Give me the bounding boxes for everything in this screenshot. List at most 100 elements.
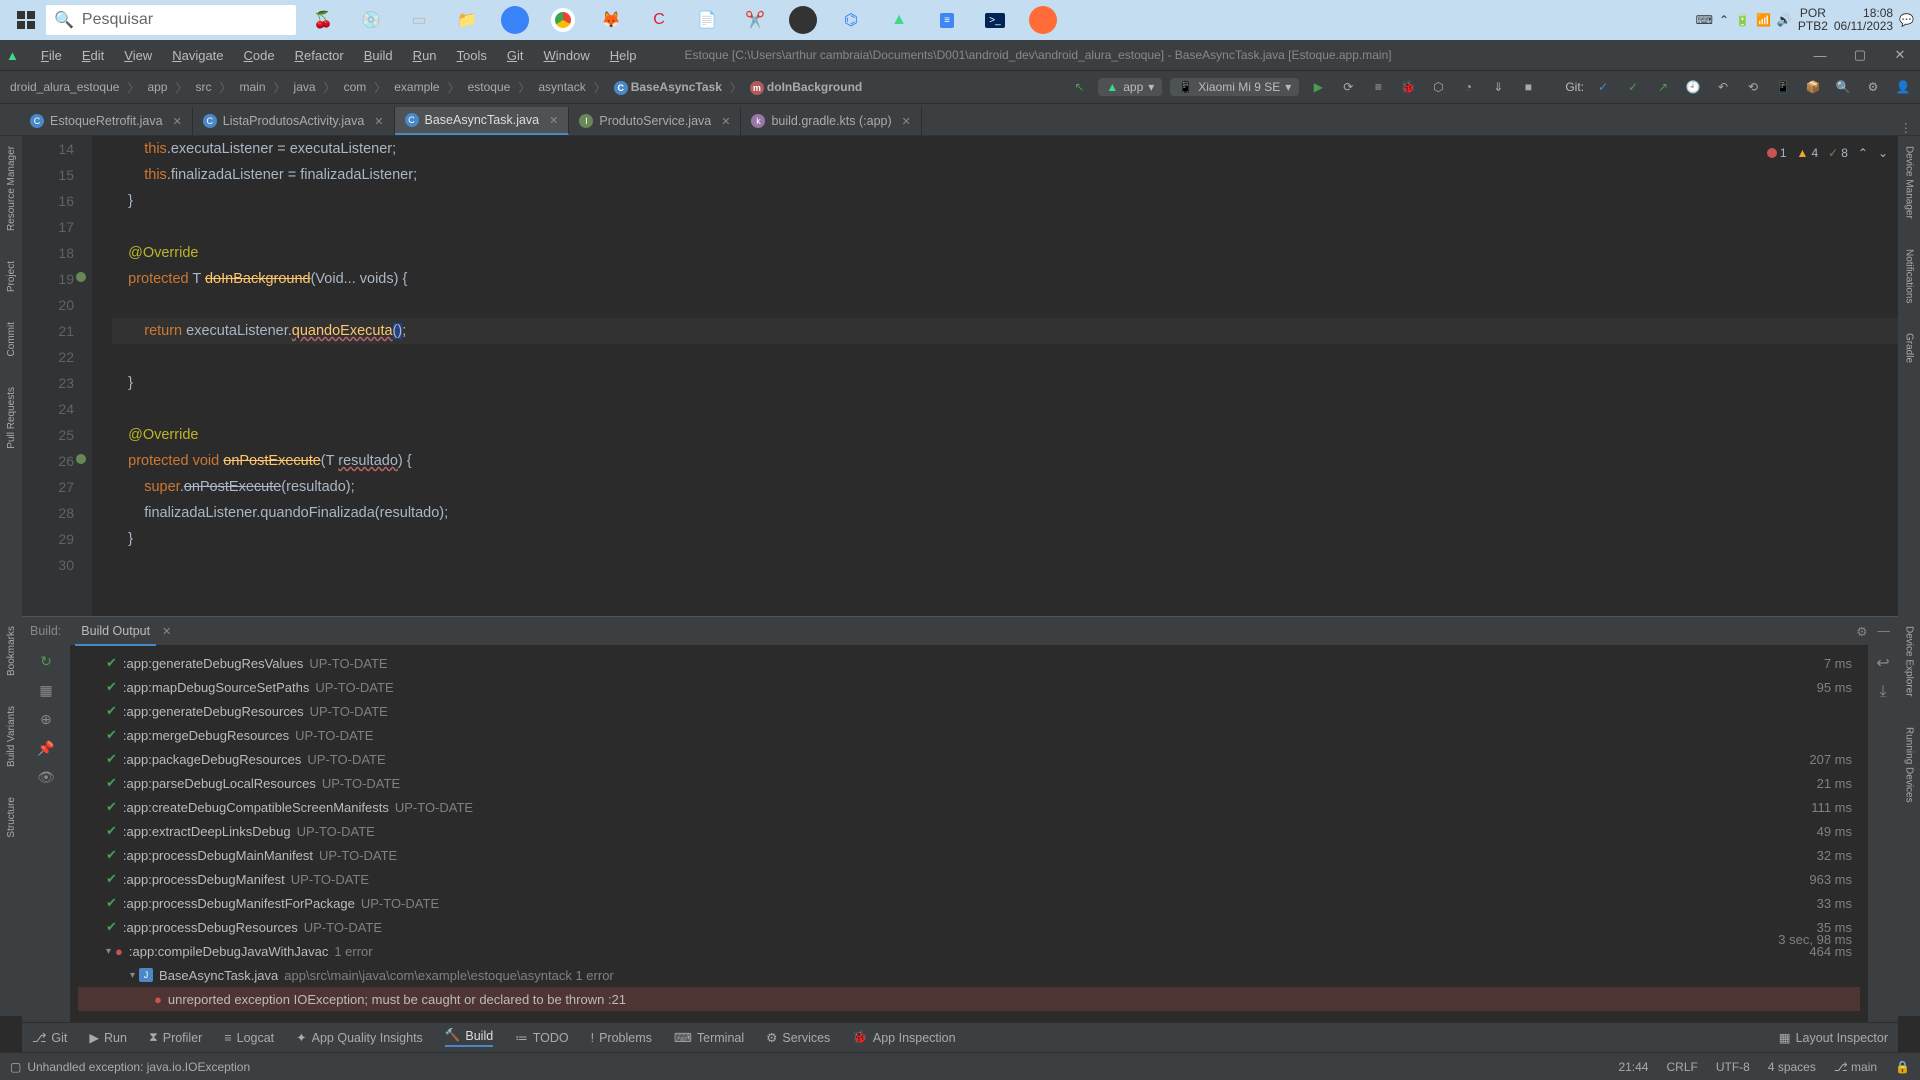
- taskbar-app-obs[interactable]: [784, 1, 822, 39]
- breadcrumb-item[interactable]: estoque: [464, 79, 515, 95]
- tray-wifi-icon[interactable]: 📶: [1756, 13, 1771, 27]
- close-icon[interactable]: ✕: [173, 115, 182, 128]
- apply-code-button[interactable]: ≡: [1367, 76, 1389, 98]
- avd-button[interactable]: 📱: [1772, 76, 1794, 98]
- tool-window-button[interactable]: 🔨Build: [445, 1028, 493, 1047]
- build-task-row[interactable]: ✔:app:packageDebugResourcesUP-TO-DATE207…: [78, 747, 1860, 771]
- run-config-selector[interactable]: ▲ app ▾: [1098, 78, 1162, 96]
- build-task-row[interactable]: ✔:app:generateDebugResValuesUP-TO-DATE7 …: [78, 651, 1860, 675]
- tool-window-button[interactable]: 🐞App Inspection: [852, 1030, 955, 1045]
- tool-window-button[interactable]: Structure: [6, 797, 17, 838]
- run-button[interactable]: ▶: [1307, 76, 1329, 98]
- menu-build[interactable]: Build: [356, 46, 401, 65]
- soft-wrap-icon[interactable]: ↩: [1876, 653, 1889, 673]
- menu-tools[interactable]: Tools: [449, 46, 495, 65]
- back-button[interactable]: ↖: [1068, 76, 1090, 98]
- breadcrumb-item[interactable]: com: [340, 79, 371, 95]
- tool-window-button[interactable]: !Problems: [591, 1031, 652, 1045]
- chevron-up-icon[interactable]: ⌃: [1858, 140, 1868, 166]
- tool-window-button[interactable]: ⎇Git: [32, 1030, 67, 1045]
- attach-debugger-button[interactable]: ⇓: [1487, 76, 1509, 98]
- breadcrumb-item[interactable]: droid_alura_estoque: [6, 79, 123, 95]
- build-task-row[interactable]: ✔:app:mergeDebugResourcesUP-TO-DATE: [78, 723, 1860, 747]
- tray-notifications-icon[interactable]: 💬: [1899, 13, 1914, 27]
- build-task-row[interactable]: ✔:app:generateDebugResourcesUP-TO-DATE: [78, 699, 1860, 723]
- menu-file[interactable]: File: [33, 46, 70, 65]
- chevron-down-icon[interactable]: ⌄: [1878, 140, 1888, 166]
- tool-window-button[interactable]: Gradle: [1904, 333, 1915, 363]
- debug-button[interactable]: 🐞: [1397, 76, 1419, 98]
- apply-changes-button[interactable]: ⟳: [1337, 76, 1359, 98]
- inspection-widget[interactable]: 1 ▲4 ✓8 ⌃ ⌄: [1767, 140, 1888, 166]
- search-everywhere-button[interactable]: 🔍: [1832, 76, 1854, 98]
- breadcrumb-item[interactable]: example: [390, 79, 443, 95]
- tool-window-button[interactable]: ≔TODO: [515, 1030, 568, 1045]
- breadcrumb-item[interactable]: main: [236, 79, 270, 95]
- close-icon[interactable]: ✕: [162, 625, 171, 638]
- git-branch[interactable]: ⎇ main: [1834, 1060, 1877, 1074]
- tool-window-button[interactable]: Pull Requests: [6, 387, 17, 449]
- vcs-rollback-button[interactable]: ↶: [1712, 76, 1734, 98]
- menu-view[interactable]: View: [116, 46, 160, 65]
- editor-tab[interactable]: kbuild.gradle.kts (:app)✕: [741, 107, 921, 135]
- tray-clock[interactable]: 18:08 06/11/2023: [1834, 7, 1893, 33]
- indent[interactable]: 4 spaces: [1768, 1060, 1816, 1074]
- close-icon[interactable]: ✕: [902, 115, 911, 128]
- tool-window-button[interactable]: Project: [6, 261, 17, 292]
- editor-code[interactable]: 1 ▲4 ✓8 ⌃ ⌄ this.executaListener = execu…: [92, 136, 1898, 616]
- scroll-to-end-icon[interactable]: ⤓: [1879, 683, 1886, 701]
- vcs-push-button[interactable]: ↗: [1652, 76, 1674, 98]
- vcs-commit-button[interactable]: ✓: [1622, 76, 1644, 98]
- profile-button[interactable]: ◔: [1457, 76, 1479, 98]
- settings-button[interactable]: ⚙: [1862, 76, 1884, 98]
- taskbar-app-androidstudio[interactable]: ▲: [880, 1, 918, 39]
- close-icon[interactable]: ✕: [721, 115, 730, 128]
- pin-icon[interactable]: 📌: [37, 740, 54, 757]
- taskbar-app-postman[interactable]: [1024, 1, 1062, 39]
- window-close[interactable]: ✕: [1880, 40, 1920, 70]
- tool-window-button[interactable]: ⧗Profiler: [149, 1030, 202, 1045]
- taskbar-search[interactable]: 🔍 Pesquisar: [46, 5, 296, 35]
- build-tree[interactable]: ✔:app:generateDebugResValuesUP-TO-DATE7 …: [70, 645, 1868, 1022]
- device-selector[interactable]: 📱 Xiaomi Mi 9 SE ▾: [1170, 78, 1299, 96]
- build-task-row[interactable]: ✔:app:processDebugManifestUP-TO-DATE963 …: [78, 867, 1860, 891]
- menu-code[interactable]: Code: [236, 46, 283, 65]
- tool-window-button[interactable]: ⚙Services: [766, 1030, 830, 1045]
- build-error-row[interactable]: ●unreported exception IOException; must …: [78, 987, 1860, 1011]
- build-task-row[interactable]: ✔:app:mapDebugSourceSetPathsUP-TO-DATE95…: [78, 675, 1860, 699]
- taskbar-app-powershell[interactable]: >_: [976, 1, 1014, 39]
- tool-window-button[interactable]: ✦App Quality Insights: [296, 1030, 423, 1045]
- taskbar-app-zoom[interactable]: [496, 1, 534, 39]
- taskbar-app-capcut[interactable]: ✂️: [736, 1, 774, 39]
- rerun-icon[interactable]: ↻: [40, 653, 52, 670]
- account-button[interactable]: 👤: [1892, 76, 1914, 98]
- breadcrumb-item[interactable]: src: [191, 79, 215, 95]
- tray-chevron-icon[interactable]: ⌃: [1719, 13, 1729, 27]
- layout-inspector-button[interactable]: ▦ Layout Inspector: [1779, 1030, 1888, 1045]
- editor-tab[interactable]: CListaProdutosActivity.java✕: [193, 107, 395, 135]
- build-file-row[interactable]: ▾JBaseAsyncTask.javaapp\src\main\java\co…: [78, 963, 1860, 987]
- build-task-row[interactable]: ✔:app:processDebugManifestForPackageUP-T…: [78, 891, 1860, 915]
- tool-window-button[interactable]: Device Manager: [1904, 146, 1915, 219]
- build-task-row[interactable]: ✔:app:processDebugMainManifestUP-TO-DATE…: [78, 843, 1860, 867]
- menu-navigate[interactable]: Navigate: [164, 46, 231, 65]
- menu-git[interactable]: Git: [499, 46, 532, 65]
- window-minimize[interactable]: —: [1800, 40, 1840, 70]
- window-maximize[interactable]: ▢: [1840, 40, 1880, 70]
- breadcrumb-item[interactable]: CBaseAsyncTask: [610, 79, 726, 96]
- coverage-button[interactable]: ⬡: [1427, 76, 1449, 98]
- tabs-more-icon[interactable]: ⋮: [1892, 120, 1920, 135]
- editor-tab[interactable]: CEstoqueRetrofit.java✕: [20, 107, 193, 135]
- tool-window-button[interactable]: ⌨Terminal: [674, 1030, 744, 1045]
- build-task-row[interactable]: ✔:app:parseDebugLocalResourcesUP-TO-DATE…: [78, 771, 1860, 795]
- gear-icon[interactable]: ⚙: [1856, 624, 1867, 639]
- taskbar-app-disc[interactable]: 💿: [352, 1, 390, 39]
- vcs-update-button[interactable]: ✓: [1592, 76, 1614, 98]
- taskbar-app-libreoffice[interactable]: 📄: [688, 1, 726, 39]
- taskbar-app-gimp[interactable]: 🦊: [592, 1, 630, 39]
- eye-icon[interactable]: 👁: [37, 769, 55, 786]
- breadcrumb-item[interactable]: asyntack: [534, 79, 589, 95]
- tray-battery-icon[interactable]: 🔋: [1735, 13, 1750, 27]
- chevron-down-icon[interactable]: ▾: [106, 946, 111, 957]
- tool-window-button[interactable]: ≡Logcat: [224, 1031, 274, 1045]
